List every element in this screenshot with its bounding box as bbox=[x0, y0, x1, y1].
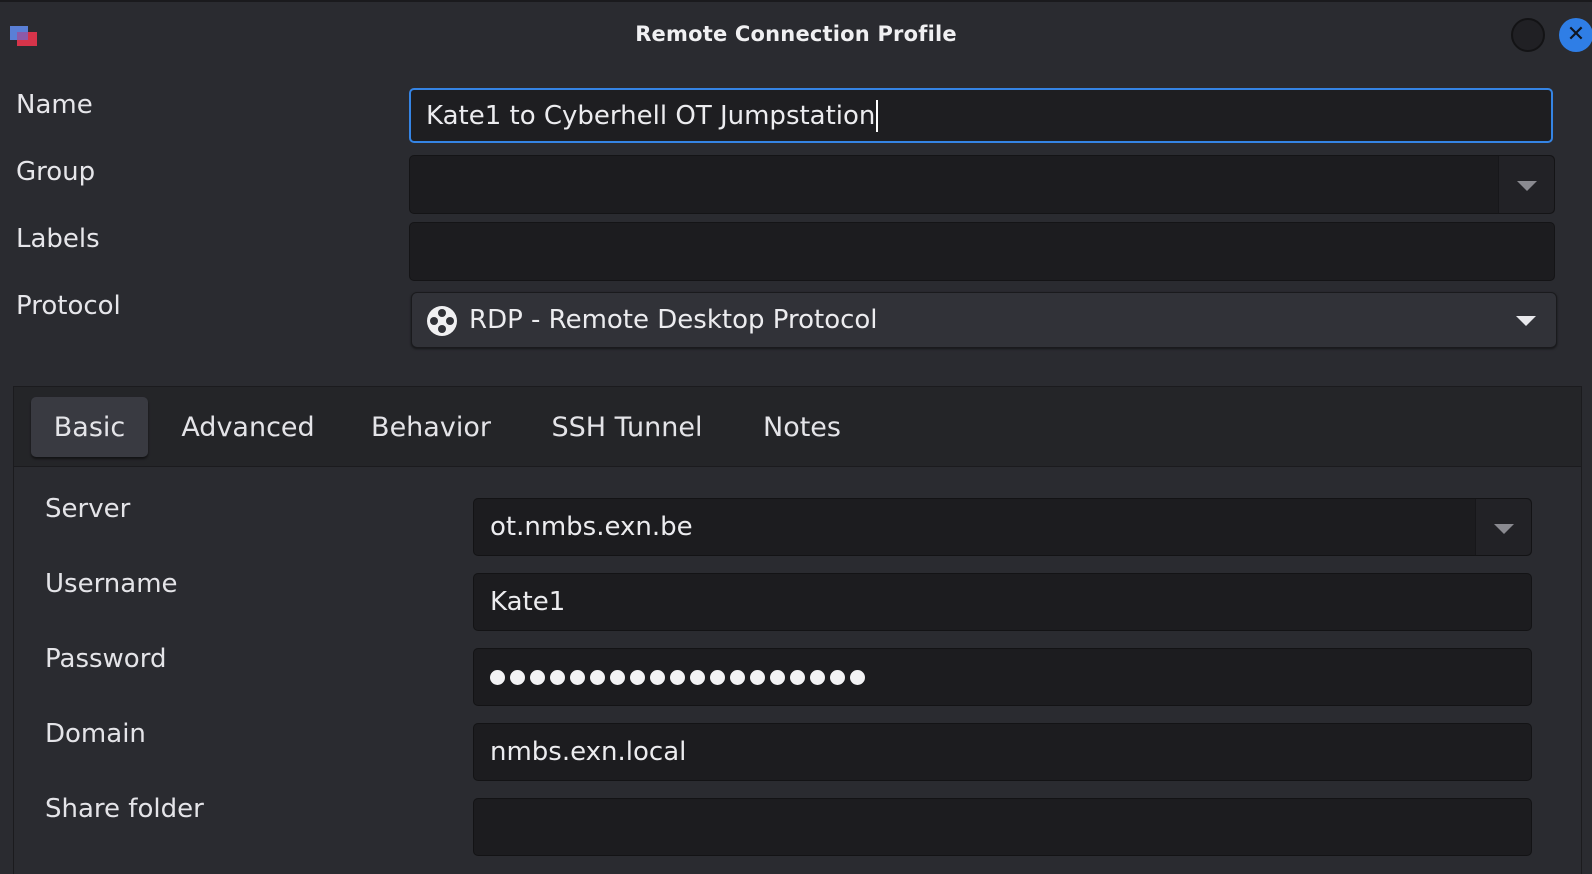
close-button[interactable]: ✕ bbox=[1559, 18, 1592, 52]
password-mask-dot bbox=[530, 669, 545, 685]
password-mask bbox=[490, 669, 865, 685]
password-mask-dot bbox=[770, 669, 785, 685]
text-cursor bbox=[876, 99, 879, 132]
domain-input[interactable]: nmbs.exn.local bbox=[473, 723, 1532, 781]
password-label: Password bbox=[45, 644, 167, 674]
password-mask-dot bbox=[790, 669, 805, 685]
password-mask-dot bbox=[810, 669, 825, 685]
password-mask-dot bbox=[550, 669, 565, 685]
group-label: Group bbox=[16, 157, 96, 187]
server-value: ot.nmbs.exn.be bbox=[490, 512, 693, 542]
tab-behavior[interactable]: Behavior bbox=[357, 397, 505, 457]
password-mask-dot bbox=[850, 669, 865, 685]
password-mask-dot bbox=[730, 669, 745, 685]
password-mask-dot bbox=[690, 669, 705, 685]
group-combo[interactable] bbox=[409, 155, 1555, 214]
tab-bar: Basic Advanced Behavior SSH Tunnel Notes bbox=[14, 387, 1581, 467]
share-folder-input[interactable] bbox=[473, 798, 1532, 856]
name-value: Kate1 to Cyberhell OT Jumpstation bbox=[426, 100, 876, 131]
username-label: Username bbox=[45, 569, 178, 599]
title-bar[interactable]: Remote Connection Profile ✕ bbox=[0, 0, 1592, 64]
tab-basic[interactable]: Basic bbox=[31, 397, 148, 457]
name-input[interactable]: Kate1 to Cyberhell OT Jumpstation bbox=[409, 88, 1553, 143]
remote-connection-profile-window: Remote Connection Profile ✕ Name Kate1 t… bbox=[0, 0, 1592, 874]
protocol-label: Protocol bbox=[16, 291, 121, 321]
password-mask-dot bbox=[590, 669, 605, 685]
password-mask-dot bbox=[630, 669, 645, 685]
tab-label: Notes bbox=[763, 411, 841, 443]
chevron-down-icon bbox=[1516, 316, 1536, 326]
tab-ssh-tunnel[interactable]: SSH Tunnel bbox=[536, 397, 718, 457]
password-mask-dot bbox=[570, 669, 585, 685]
server-label: Server bbox=[45, 494, 131, 524]
password-mask-dot bbox=[610, 669, 625, 685]
close-icon: ✕ bbox=[1566, 22, 1586, 47]
tab-label: Advanced bbox=[181, 411, 315, 443]
password-mask-dot bbox=[670, 669, 685, 685]
password-mask-dot bbox=[830, 669, 845, 685]
protocol-select[interactable]: RDP - Remote Desktop Protocol bbox=[411, 292, 1557, 348]
username-value: Kate1 bbox=[490, 587, 566, 617]
password-mask-dot bbox=[510, 669, 525, 685]
window-title: Remote Connection Profile bbox=[635, 22, 957, 46]
password-mask-dot bbox=[750, 669, 765, 685]
server-dropdown-button[interactable] bbox=[1475, 499, 1531, 555]
domain-value: nmbs.exn.local bbox=[490, 737, 687, 767]
chevron-down-icon bbox=[1494, 524, 1514, 534]
tab-label: Basic bbox=[53, 411, 126, 443]
group-dropdown-button[interactable] bbox=[1498, 156, 1554, 213]
password-input[interactable] bbox=[473, 648, 1532, 706]
username-input[interactable]: Kate1 bbox=[473, 573, 1532, 631]
settings-notebook: Basic Advanced Behavior SSH Tunnel Notes… bbox=[13, 386, 1582, 874]
rdp-protocol-icon bbox=[427, 306, 457, 336]
labels-label: Labels bbox=[16, 224, 100, 254]
tab-label: Behavior bbox=[371, 411, 491, 443]
password-mask-dot bbox=[710, 669, 725, 685]
minimize-button[interactable] bbox=[1511, 18, 1545, 52]
password-mask-dot bbox=[490, 669, 505, 685]
password-mask-dot bbox=[650, 669, 665, 685]
chevron-down-icon bbox=[1517, 181, 1537, 191]
protocol-value: RDP - Remote Desktop Protocol bbox=[469, 305, 878, 335]
server-combo[interactable]: ot.nmbs.exn.be bbox=[473, 498, 1532, 556]
tab-label: SSH Tunnel bbox=[551, 411, 703, 443]
tab-advanced[interactable]: Advanced bbox=[170, 397, 326, 457]
labels-input[interactable] bbox=[409, 222, 1555, 281]
domain-label: Domain bbox=[45, 719, 146, 749]
tab-notes[interactable]: Notes bbox=[747, 397, 857, 457]
name-label: Name bbox=[16, 90, 93, 120]
share-folder-label: Share folder bbox=[45, 794, 204, 824]
